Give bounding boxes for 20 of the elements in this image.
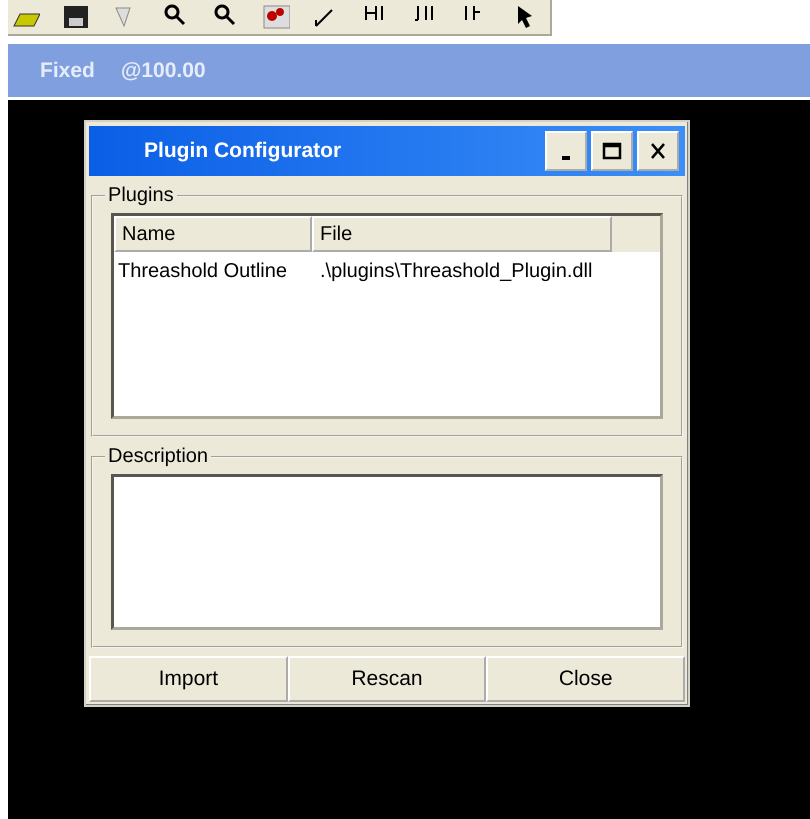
column-header[interactable]: File [312,216,612,252]
close-icon [648,141,668,161]
maximize-button[interactable] [591,131,633,171]
group-label: Description [107,445,210,468]
close-button[interactable] [637,131,679,171]
minimize-icon [562,156,570,160]
zoom-label: @100.00 [120,58,206,82]
description-box[interactable] [111,474,663,630]
points-icon[interactable] [262,4,290,30]
table-cell-text: .\plugins\Threashold_Plugin.dll [319,260,594,283]
save-icon[interactable] [62,4,90,30]
dialog-button[interactable]: Close [486,656,685,702]
maximize-icon [602,141,622,161]
dialog-button[interactable]: Import [89,656,288,702]
table-cell-text: Threashold Outline [117,260,288,283]
dialog-button[interactable]: Rescan [288,656,486,702]
window-title: Plugin Configurator [144,139,342,163]
column-header[interactable]: Name [114,216,312,252]
mode-label: Fixed [40,58,95,82]
group-label: Plugins [107,184,175,207]
